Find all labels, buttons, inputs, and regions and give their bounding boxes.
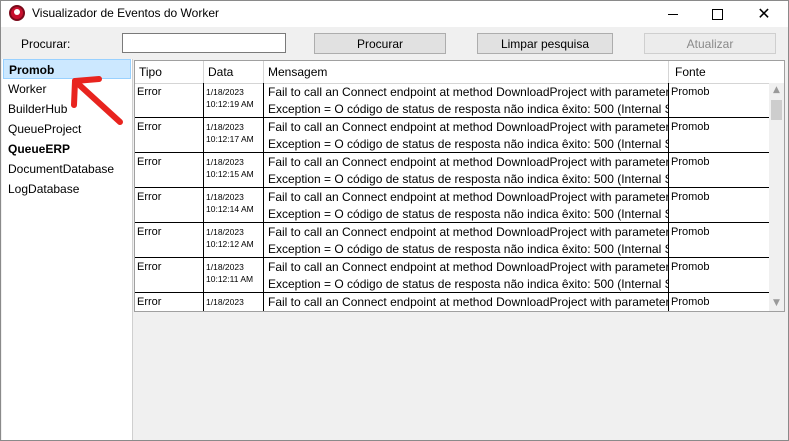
cell-time: 10:12:14 AM xyxy=(206,204,254,214)
refresh-button[interactable]: Atualizar xyxy=(644,33,776,54)
cell-data: 1/18/2023 xyxy=(204,293,264,311)
cell-date: 1/18/2023 xyxy=(206,157,244,167)
column-header-fonte[interactable]: Fonte xyxy=(669,61,769,83)
table-row[interactable]: Error 1/18/2023 10:12:12 AM Fail to call … xyxy=(135,223,769,258)
cell-data: 1/18/2023 10:12:14 AM xyxy=(204,188,264,222)
cell-tipo: Error xyxy=(135,293,204,311)
search-input[interactable] xyxy=(122,33,286,53)
scroll-up-arrow-icon[interactable]: ▲ xyxy=(769,83,784,98)
minimize-button[interactable] xyxy=(651,1,695,27)
maximize-icon xyxy=(711,8,723,20)
clear-search-button[interactable]: Limpar pesquisa xyxy=(477,33,613,54)
source-item-builderhub[interactable]: BuilderHub xyxy=(2,99,132,119)
window-title: Visualizador de Eventos do Worker xyxy=(32,6,219,20)
cell-date: 1/18/2023 xyxy=(206,192,244,202)
message-line-2: Exception = O código de status de respos… xyxy=(268,207,668,221)
column-header-mensagem[interactable]: Mensagem xyxy=(264,61,669,83)
cell-date: 1/18/2023 xyxy=(206,262,244,272)
cell-date: 1/18/2023 xyxy=(206,122,244,132)
source-item-promob[interactable]: Promob xyxy=(3,59,131,79)
message-line-1: Fail to call an Connect endpoint at meth… xyxy=(268,155,669,169)
table-row[interactable]: Error 1/18/2023 10:12:19 AM Fail to call … xyxy=(135,83,769,118)
cell-fonte: Promob xyxy=(671,156,710,168)
search-label: Procurar: xyxy=(21,37,71,51)
message-line-1: Fail to call an Connect endpoint at meth… xyxy=(268,225,669,239)
message-line-1: Fail to call an Connect endpoint at meth… xyxy=(268,120,669,134)
cell-mensagem: Fail to call an Connect endpoint at meth… xyxy=(264,258,669,292)
table-row[interactable]: Error 1/18/2023 10:12:14 AM Fail to call … xyxy=(135,188,769,223)
source-item-queueerp[interactable]: QueueERP xyxy=(2,139,132,159)
source-item-queueproject[interactable]: QueueProject xyxy=(2,119,132,139)
message-line-2: Exception = O código de status de respos… xyxy=(268,172,668,186)
event-viewer-window: Visualizador de Eventos do Worker ✕ Proc… xyxy=(0,0,789,441)
cell-tipo: Error xyxy=(135,258,204,292)
cell-data: 1/18/2023 10:12:12 AM xyxy=(204,223,264,257)
table-row[interactable]: Error 1/18/2023 Fail to call an Connect … xyxy=(135,293,769,311)
cell-tipo: Error xyxy=(135,188,204,222)
message-line-1: Fail to call an Connect endpoint at meth… xyxy=(268,260,669,274)
cell-time: 10:12:15 AM xyxy=(206,169,254,179)
cell-fonte: Promob xyxy=(671,121,710,133)
search-button[interactable]: Procurar xyxy=(314,33,446,54)
cell-tipo: Error xyxy=(135,118,204,152)
column-header-data[interactable]: Data xyxy=(204,61,264,83)
cell-mensagem: Fail to call an Connect endpoint at meth… xyxy=(264,188,669,222)
message-line-2: Exception = O código de status de respos… xyxy=(268,137,668,151)
cell-fonte: Promob xyxy=(671,191,710,203)
cell-date: 1/18/2023 xyxy=(206,297,244,307)
cell-mensagem: Fail to call an Connect endpoint at meth… xyxy=(264,293,669,311)
minimize-icon xyxy=(668,13,678,15)
cell-data: 1/18/2023 10:12:19 AM xyxy=(204,83,264,117)
source-item-documentdatabase[interactable]: DocumentDatabase xyxy=(2,159,132,179)
cell-fonte: Promob xyxy=(671,226,710,238)
table-row[interactable]: Error 1/18/2023 10:12:11 AM Fail to call … xyxy=(135,258,769,293)
promob-logo-icon xyxy=(9,5,25,21)
cell-tipo: Error xyxy=(135,83,204,117)
cell-tipo: Error xyxy=(135,153,204,187)
cell-tipo: Error xyxy=(135,223,204,257)
message-line-2: Exception = O código de status de respos… xyxy=(268,242,668,256)
cell-time: 10:12:19 AM xyxy=(206,99,254,109)
scroll-down-arrow-icon[interactable]: ▼ xyxy=(769,296,784,311)
cell-fonte: Promob xyxy=(671,296,710,308)
vertical-scrollbar[interactable]: ▲ ▼ xyxy=(769,83,784,311)
source-item-worker[interactable]: Worker xyxy=(2,79,132,99)
source-item-logdatabase[interactable]: LogDatabase xyxy=(2,179,132,199)
cell-data: 1/18/2023 10:12:15 AM xyxy=(204,153,264,187)
cell-date: 1/18/2023 xyxy=(206,87,244,97)
message-line-2: Exception = O código de status de respos… xyxy=(268,277,668,291)
column-header-tipo[interactable]: Tipo xyxy=(135,61,204,83)
message-line-1: Fail to call an Connect endpoint at meth… xyxy=(268,190,669,204)
grid-header: Tipo Data Mensagem Fonte xyxy=(135,61,769,84)
cell-time: 10:12:12 AM xyxy=(206,239,254,249)
cell-date: 1/18/2023 xyxy=(206,227,244,237)
cell-mensagem: Fail to call an Connect endpoint at meth… xyxy=(264,118,669,152)
message-line-2: Exception = O código de status de respos… xyxy=(268,102,668,116)
table-row[interactable]: Error 1/18/2023 10:12:15 AM Fail to call … xyxy=(135,153,769,188)
title-bar[interactable]: Visualizador de Eventos do Worker ✕ xyxy=(1,1,788,27)
cell-fonte: Promob xyxy=(671,261,710,273)
message-line-1: Fail to call an Connect endpoint at meth… xyxy=(268,85,669,99)
cell-fonte: Promob xyxy=(671,86,710,98)
close-icon: ✕ xyxy=(757,4,771,23)
events-grid[interactable]: Tipo Data Mensagem Fonte Error 1/18/2023… xyxy=(134,60,785,312)
source-list[interactable]: Promob Worker BuilderHub QueueProject Qu… xyxy=(2,59,133,440)
cell-time: 10:12:17 AM xyxy=(206,134,254,144)
cell-time: 10:12:11 AM xyxy=(206,274,254,284)
scrollbar-thumb[interactable] xyxy=(771,100,782,120)
cell-mensagem: Fail to call an Connect endpoint at meth… xyxy=(264,223,669,257)
maximize-button[interactable] xyxy=(695,1,739,27)
cell-data: 1/18/2023 10:12:17 AM xyxy=(204,118,264,152)
cell-data: 1/18/2023 10:12:11 AM xyxy=(204,258,264,292)
message-line-1: Fail to call an Connect endpoint at meth… xyxy=(268,295,669,309)
cell-mensagem: Fail to call an Connect endpoint at meth… xyxy=(264,83,669,117)
table-row[interactable]: Error 1/18/2023 10:12:17 AM Fail to call … xyxy=(135,118,769,153)
close-button[interactable]: ✕ xyxy=(742,1,786,27)
cell-mensagem: Fail to call an Connect endpoint at meth… xyxy=(264,153,669,187)
